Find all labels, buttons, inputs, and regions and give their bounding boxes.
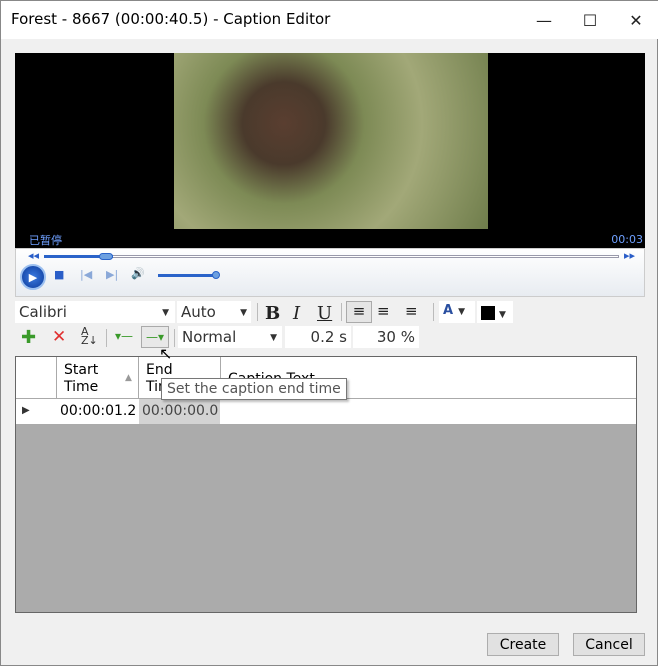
size-value: Auto	[181, 303, 216, 321]
color-swatch	[481, 305, 495, 320]
row-selector-icon: ▶	[22, 405, 30, 416]
style-value: Normal	[182, 328, 237, 346]
bold-button[interactable]: B	[265, 303, 280, 324]
player-time: 00:03	[611, 233, 643, 246]
video-frame	[174, 53, 488, 229]
background-color-button[interactable]: ▼	[477, 301, 513, 323]
separator	[106, 329, 107, 347]
add-caption-button[interactable]: ✚	[21, 327, 36, 348]
rewind-icon[interactable]: ◂◂	[28, 249, 39, 262]
volume-bar[interactable]	[158, 274, 218, 277]
minimize-button[interactable]: —	[521, 1, 567, 39]
mouse-cursor-icon: ↖	[159, 344, 173, 363]
cancel-button[interactable]: Cancel	[573, 633, 645, 656]
font-color-icon: A	[443, 303, 454, 318]
separator	[174, 329, 175, 347]
end-time-cell[interactable]: 00:00:00.0	[139, 399, 220, 424]
opacity-field[interactable]: 30 %	[353, 326, 419, 348]
chevron-down-icon: ▼	[499, 310, 506, 320]
tooltip: Set the caption end time	[161, 378, 347, 400]
set-start-time-button[interactable]: ▾—	[115, 329, 133, 343]
align-right-button[interactable]: ≡	[405, 302, 418, 320]
chevron-down-icon: ▼	[270, 333, 277, 343]
volume-icon[interactable]: 🔊	[131, 267, 145, 280]
player-controls: ◂◂ ▸▸ ▶ ■ |◀ ▶| 🔊	[15, 248, 645, 297]
previous-button[interactable]: |◀	[80, 268, 92, 281]
play-button[interactable]: ▶	[20, 264, 46, 290]
align-center-button[interactable]: ≡	[377, 302, 390, 320]
close-button[interactable]: ✕	[613, 1, 658, 39]
sort-ascending-icon: ▲	[125, 373, 132, 383]
style-select[interactable]: Normal ▼	[178, 326, 282, 348]
maximize-button[interactable]: ☐	[567, 1, 613, 39]
video-player[interactable]: 已暂停 00:03	[15, 53, 645, 248]
window-title: Forest - 8667 (00:00:40.5) - Caption Edi…	[11, 10, 331, 28]
stop-button[interactable]: ■	[54, 268, 64, 281]
chevron-down-icon: ▼	[240, 308, 247, 318]
separator	[433, 303, 434, 321]
align-left-button[interactable]: ≡	[346, 301, 372, 323]
delete-caption-button[interactable]: ✕	[52, 327, 66, 347]
volume-thumb[interactable]	[212, 271, 220, 279]
seek-bar[interactable]	[44, 255, 619, 258]
chevron-down-icon: ▼	[162, 308, 169, 318]
font-color-button[interactable]: A ▼	[439, 301, 475, 323]
chevron-down-icon: ▼	[458, 307, 465, 317]
font-value: Calibri	[19, 303, 67, 321]
separator	[341, 303, 342, 321]
next-button[interactable]: ▶|	[106, 268, 118, 281]
create-button[interactable]: Create	[487, 633, 559, 656]
underline-button[interactable]: U	[317, 303, 332, 324]
duration-field[interactable]: 0.2 s	[285, 326, 351, 348]
table-row[interactable]: ▶ 00:00:01.2 00:00:00.0	[16, 399, 636, 425]
separator	[257, 303, 258, 321]
size-select[interactable]: Auto ▼	[177, 301, 251, 323]
player-status: 已暂停	[29, 234, 62, 247]
fast-forward-icon[interactable]: ▸▸	[624, 249, 635, 262]
seek-thumb[interactable]	[99, 253, 113, 260]
column-header-start-time[interactable]: Start Time	[64, 362, 104, 396]
italic-button[interactable]: I	[293, 303, 300, 324]
start-time-cell[interactable]: 00:00:01.2	[60, 403, 136, 419]
sort-button[interactable]: A Z↓	[81, 326, 98, 346]
font-select[interactable]: Calibri ▼	[15, 301, 175, 323]
